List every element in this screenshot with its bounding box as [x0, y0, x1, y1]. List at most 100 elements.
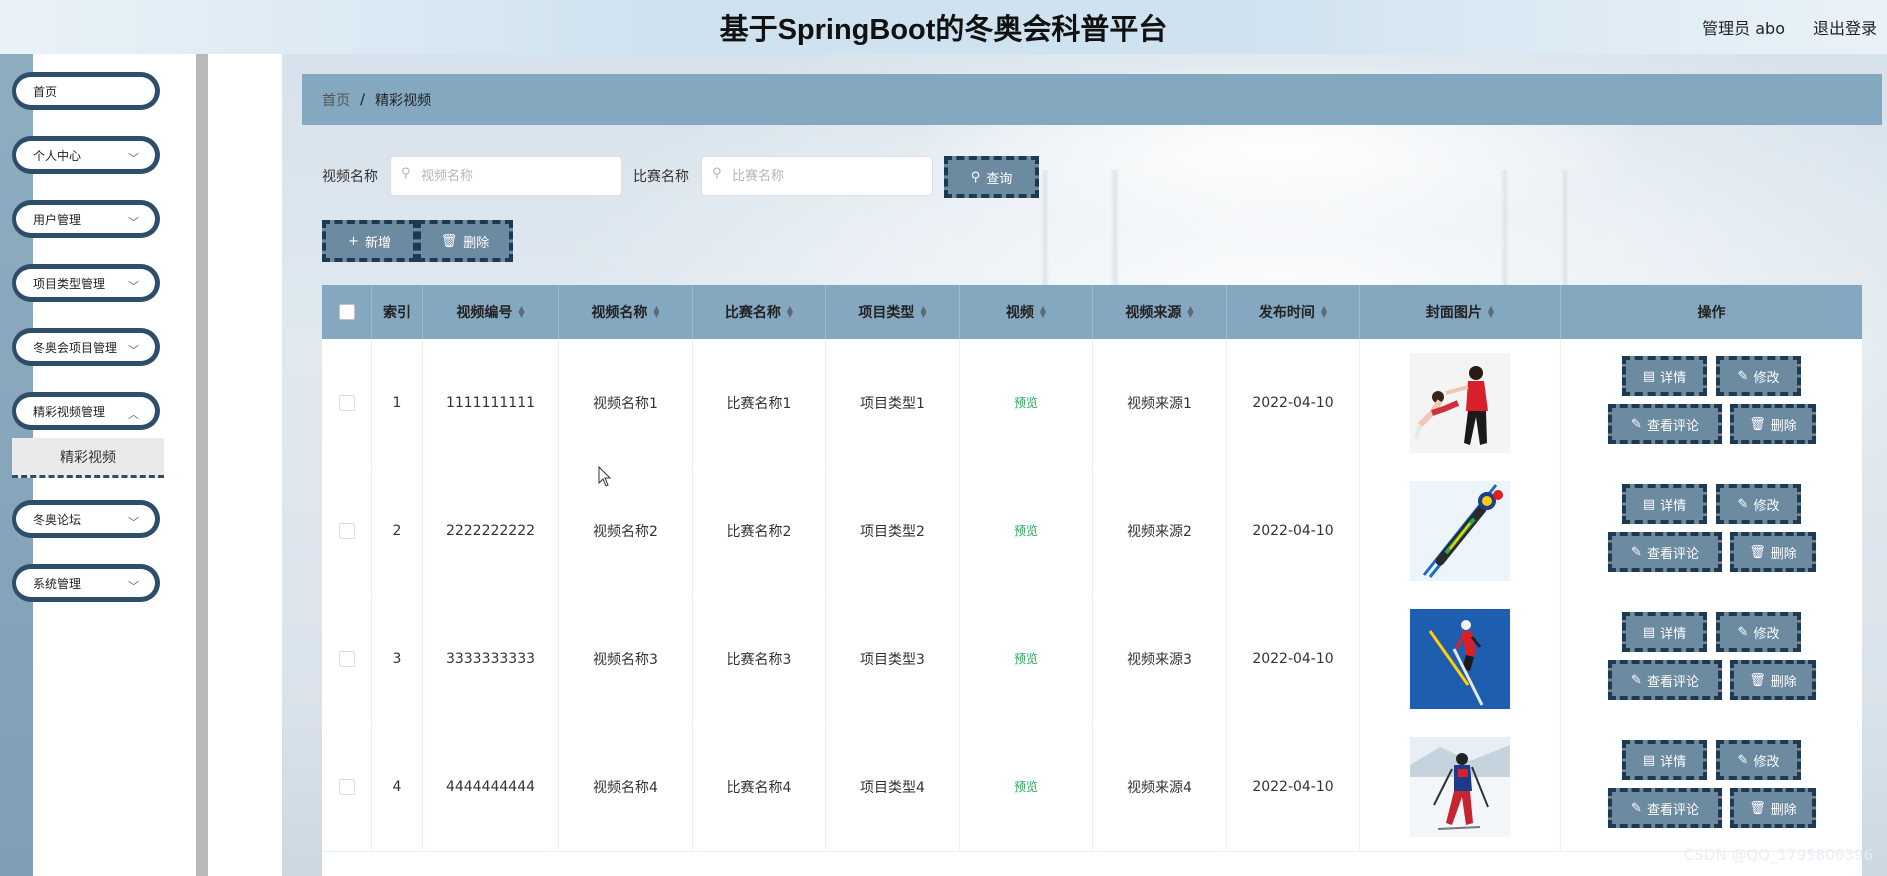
column-header-publish-date[interactable]: 发布时间 ▲ ▼ — [1227, 285, 1360, 339]
column-header-video-code[interactable]: 视频编号 ▲ ▼ — [423, 285, 559, 339]
cell-video-code: 2222222222 — [423, 467, 559, 594]
add-button-label: 新增 — [364, 235, 391, 251]
sort-icon[interactable]: ▲ ▼ — [1187, 305, 1193, 319]
row-checkbox[interactable] — [338, 522, 355, 539]
page-title: 基于SpringBoot的冬奥会科普平台 — [719, 14, 1168, 46]
edit-button[interactable]: ✎ 修改 — [1716, 484, 1801, 524]
sort-icon[interactable]: ▲ ▼ — [1488, 305, 1494, 319]
cell-video-name: 视频名称4 — [559, 723, 693, 850]
sort-icon[interactable]: ▲ ▼ — [1321, 305, 1327, 319]
cell-select — [322, 339, 372, 466]
sidebar-item-video-management[interactable]: 精彩视频管理 ︿ — [12, 392, 160, 430]
preview-link[interactable]: 预览 — [1014, 650, 1038, 667]
detail-button[interactable]: ▤ 详情 — [1622, 612, 1707, 652]
video-name-text: 视频名称1 — [593, 395, 658, 412]
sidebar-item-system-management[interactable]: 系统管理 ﹀ — [12, 564, 160, 602]
trash-icon: 🗑 — [1749, 672, 1766, 688]
video-name-text: 视频名称4 — [593, 779, 658, 796]
sidebar-item-label: 个人中心 — [33, 148, 82, 163]
cell-match-name: 比赛名称4 — [693, 723, 826, 850]
sidebar-item-label: 冬奥论坛 — [33, 512, 82, 527]
detail-button[interactable]: ▤ 详情 — [1622, 740, 1707, 780]
sort-icon[interactable]: ▲ ▼ — [787, 305, 793, 319]
sort-icon[interactable]: ▲ ▼ — [1040, 305, 1046, 319]
cover-thumbnail[interactable] — [1410, 480, 1510, 581]
project-type-text: 项目类型2 — [860, 523, 925, 540]
chevron-down-icon: ﹀ — [128, 516, 139, 529]
delete-button[interactable]: 🗑 删除 — [1730, 660, 1816, 700]
sidebar-item-label: 系统管理 — [33, 576, 82, 591]
view-comments-button[interactable]: ✎ 查看评论 — [1608, 788, 1722, 828]
sidebar-item-label: 项目类型管理 — [33, 276, 106, 291]
cell-video-source: 视频来源2 — [1093, 467, 1227, 594]
delete-button[interactable]: 🗑 删除 — [1730, 532, 1816, 572]
video-source-text: 视频来源3 — [1127, 651, 1192, 668]
row-checkbox[interactable] — [338, 394, 355, 411]
sort-icon[interactable]: ▲ ▼ — [518, 305, 524, 319]
edit-button[interactable]: ✎ 修改 — [1716, 740, 1801, 780]
column-header-video-name[interactable]: 视频名称 ▲ ▼ — [559, 285, 693, 339]
select-all-checkbox[interactable] — [338, 304, 355, 320]
sidebar-subitem-videos[interactable]: 精彩视频 — [12, 438, 164, 478]
cover-thumbnail[interactable] — [1410, 736, 1510, 837]
batch-delete-button[interactable]: 🗑 删除 — [417, 220, 513, 262]
watermark: CSDN @QQ_1795806396 — [1683, 846, 1873, 864]
detail-button[interactable]: ▤ 详情 — [1622, 356, 1707, 396]
sidebar-item-winter-olympics-project-management[interactable]: 冬奥会项目管理 ﹀ — [12, 328, 160, 366]
match-name-input[interactable] — [701, 156, 933, 196]
cell-actions: ▤ 详情 ✎ 修改 ✎ 查看评论 🗑 删除 — [1561, 467, 1862, 594]
video-name-text: 视频名称3 — [593, 651, 658, 668]
project-type-text: 项目类型1 — [860, 395, 925, 412]
sort-icon[interactable]: ▲ ▼ — [653, 305, 659, 319]
cell-video-preview: 预览 — [960, 595, 1093, 722]
column-header-video-source[interactable]: 视频来源 ▲ ▼ — [1093, 285, 1227, 339]
preview-link[interactable]: 预览 — [1014, 394, 1038, 411]
query-button[interactable]: ⚲ 查询 — [944, 156, 1039, 198]
view-comments-button[interactable]: ✎ 查看评论 — [1608, 532, 1722, 572]
cell-video-preview: 预览 — [960, 723, 1093, 850]
view-comments-button-label: 查看评论 — [1646, 674, 1699, 690]
cover-thumbnail[interactable] — [1410, 352, 1510, 453]
sidebar-item-user-management[interactable]: 用户管理 ﹀ — [12, 200, 160, 238]
column-header-cover-image[interactable]: 封面图片 ▲ ▼ — [1360, 285, 1561, 339]
edit-button[interactable]: ✎ 修改 — [1716, 356, 1801, 396]
publish-date-text: 2022-04-10 — [1252, 650, 1334, 667]
edit-button-label: 修改 — [1753, 370, 1780, 386]
cell-video-source: 视频来源3 — [1093, 595, 1227, 722]
add-button[interactable]: + 新增 — [322, 220, 417, 262]
detail-button[interactable]: ▤ 详情 — [1622, 484, 1707, 524]
trash-icon: 🗑 — [1749, 800, 1766, 816]
sidebar-item-home[interactable]: 首页 — [12, 72, 160, 110]
cover-thumbnail[interactable] — [1410, 608, 1510, 709]
cell-video-source: 视频来源1 — [1093, 339, 1227, 466]
row-checkbox[interactable] — [338, 650, 355, 667]
detail-button-label: 详情 — [1660, 498, 1687, 514]
sort-icon[interactable]: ▲ ▼ — [920, 305, 926, 319]
sidebar-divider — [196, 54, 208, 876]
delete-button[interactable]: 🗑 删除 — [1730, 404, 1816, 444]
preview-link[interactable]: 预览 — [1014, 778, 1038, 795]
index-text: 4 — [392, 778, 402, 795]
logout-link[interactable]: 退出登录 — [1813, 15, 1877, 39]
sidebar-item-forum[interactable]: 冬奥论坛 ﹀ — [12, 500, 160, 538]
row-checkbox[interactable] — [338, 778, 355, 795]
pencil-icon: ✎ — [1737, 752, 1749, 768]
video-source-text: 视频来源2 — [1127, 523, 1192, 540]
video-name-input[interactable] — [390, 156, 622, 196]
view-comments-button[interactable]: ✎ 查看评论 — [1608, 404, 1722, 444]
cell-cover-image — [1360, 467, 1561, 594]
edit-button[interactable]: ✎ 修改 — [1716, 612, 1801, 652]
sidebar-item-project-type-management[interactable]: 项目类型管理 ﹀ — [12, 264, 160, 302]
column-header-video[interactable]: 视频 ▲ ▼ — [960, 285, 1093, 339]
cell-video-preview: 预览 — [960, 467, 1093, 594]
preview-link[interactable]: 预览 — [1014, 522, 1038, 539]
cell-project-type: 项目类型4 — [826, 723, 960, 850]
column-header-project-type[interactable]: 项目类型 ▲ ▼ — [826, 285, 960, 339]
cell-select — [322, 723, 372, 850]
breadcrumb-home[interactable]: 首页 — [322, 90, 350, 110]
delete-button[interactable]: 🗑 删除 — [1730, 788, 1816, 828]
pencil-icon: ✎ — [1631, 672, 1642, 688]
view-comments-button[interactable]: ✎ 查看评论 — [1608, 660, 1722, 700]
column-header-match-name[interactable]: 比赛名称 ▲ ▼ — [693, 285, 826, 339]
sidebar-item-personal-center[interactable]: 个人中心 ﹀ — [12, 136, 160, 174]
